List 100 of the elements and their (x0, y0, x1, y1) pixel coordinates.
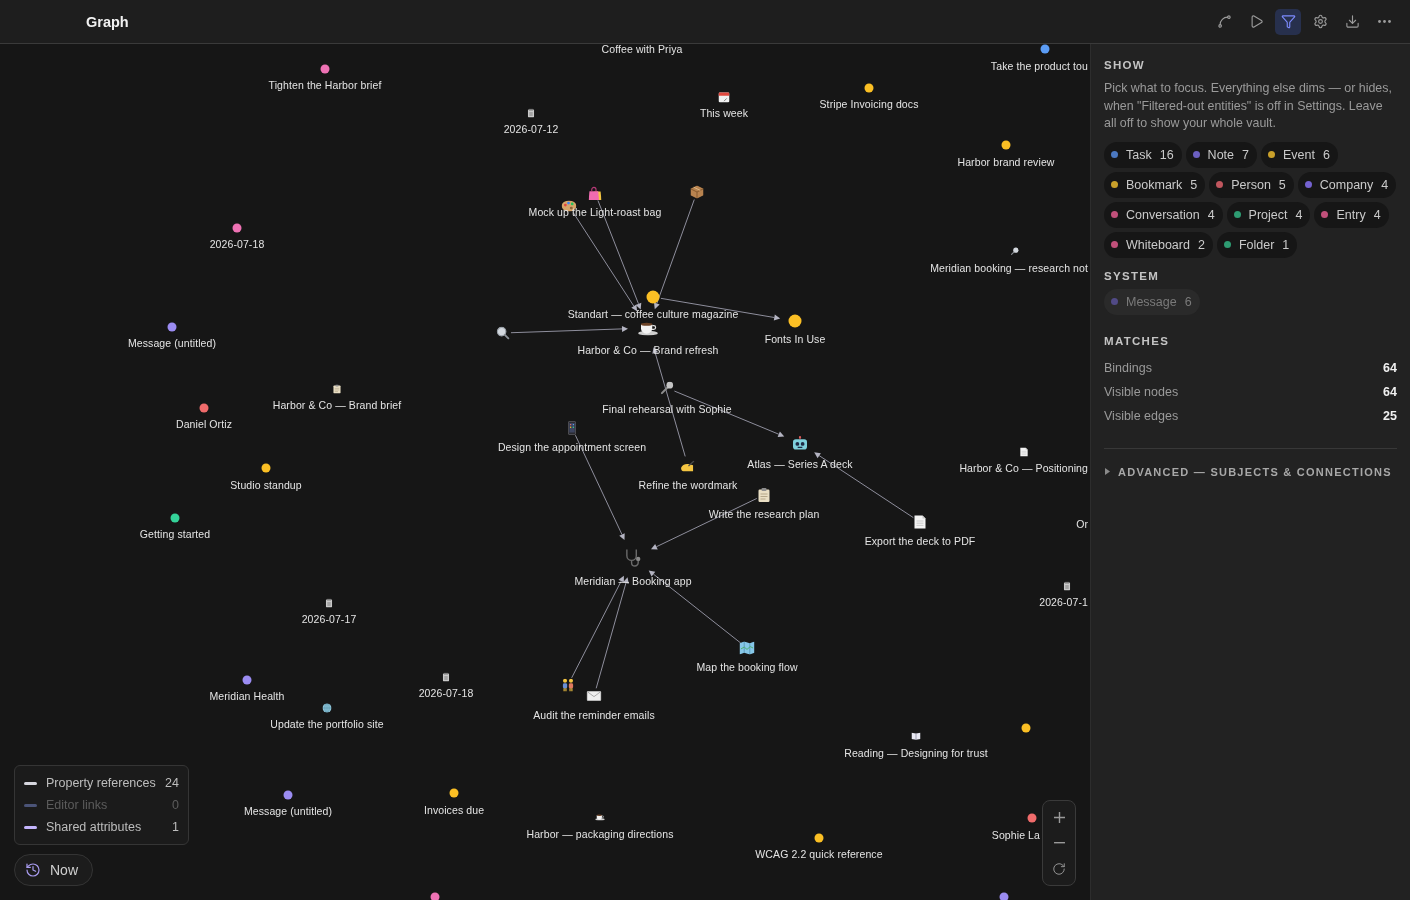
legend-count: 0 (172, 798, 179, 812)
node-label: 2026-07-12 (503, 123, 559, 135)
globe-icon (322, 703, 332, 713)
document-icon (1020, 447, 1028, 457)
legend-label: Shared attributes (46, 820, 143, 834)
download-icon (1344, 14, 1360, 29)
node-label: Tighten the Harbor brief (268, 79, 382, 91)
history-icon (25, 862, 41, 878)
match-label: Visible nodes (1104, 384, 1179, 399)
legend-label: Editor links (46, 798, 109, 812)
node-label: Meridian Health (209, 690, 285, 702)
book-icon (911, 732, 921, 740)
coffee-cup-icon (595, 813, 605, 821)
node-label: Sophie La (991, 829, 1040, 841)
plus-icon (1053, 811, 1065, 823)
now-button[interactable]: Now (14, 854, 93, 886)
type-filter-chip[interactable]: Bookmark 5 (1104, 171, 1206, 198)
node-label: Studio standup (230, 479, 302, 491)
legend-label: Property references (46, 776, 157, 790)
node-label: 2026-07-1 (1039, 596, 1088, 608)
calendar-icon (718, 91, 730, 103)
advanced-section-toggle[interactable]: ADVANCED — SUBJECTS & CONNECTIONS (1104, 461, 1397, 482)
node-label: 2026-07-18 (209, 238, 265, 250)
type-filter-chip[interactable]: Company 4 (1297, 171, 1397, 198)
node-label: Message (untitled) (127, 337, 217, 349)
legend-count: 1 (172, 820, 179, 834)
node-label: Audit the reminder emails (533, 709, 655, 721)
match-label: Bindings (1104, 360, 1152, 375)
match-count: 64 (1383, 360, 1397, 375)
match-label: Visible edges (1104, 408, 1179, 423)
clipboard-icon (333, 384, 341, 394)
legend-count: 24 (165, 776, 179, 790)
settings-icon (1312, 14, 1328, 29)
node-label: Or (1076, 518, 1088, 530)
filter-button[interactable] (1275, 8, 1301, 35)
node-label: This week (699, 107, 749, 119)
type-filter-chip[interactable]: Project 4 (1226, 201, 1311, 228)
more-icon (1377, 20, 1391, 23)
node-label: Standart — coffee culture magazine (567, 308, 739, 320)
refresh-icon (1052, 862, 1066, 876)
stethoscope-icon (624, 548, 642, 568)
notepad-icon (442, 672, 450, 682)
type-filter-chip[interactable]: Person 5 (1209, 171, 1294, 198)
node-label: Coffee with Priya (601, 44, 683, 55)
parcel-icon (690, 185, 704, 199)
node-label: Design the appointment screen (497, 441, 647, 453)
type-filter-chip[interactable]: Conversation 4 (1104, 201, 1223, 228)
node-label: Refine the wordmark (638, 479, 738, 491)
document-icon (914, 515, 926, 529)
node-label: Harbor — packaging directions (526, 828, 674, 840)
node-label: Message (untitled) (243, 805, 333, 817)
clipboard-icon (758, 488, 770, 502)
node-label: Atlas — Series A deck (747, 458, 853, 470)
node-label: Daniel Ortiz (175, 418, 233, 430)
magnifier-icon (496, 326, 510, 340)
notepad-icon (1063, 581, 1071, 591)
section-heading: SYSTEM (1104, 268, 1161, 283)
type-filter-chip[interactable]: Entry 4 (1314, 201, 1389, 228)
node-label: 2026-07-18 (418, 687, 474, 699)
phone-icon (568, 421, 576, 435)
node-label: Meridian booking — research not (930, 262, 1088, 274)
node-label: Meridian — Booking app (574, 575, 692, 587)
notepad-icon (325, 598, 333, 608)
node-label: 2026-07-17 (301, 613, 357, 625)
filter-icon (1280, 14, 1296, 29)
node-label: Harbor brand review (957, 156, 1055, 168)
node-label: Mock up the Light-roast bag (528, 206, 662, 218)
node-label: Map the booking flow (696, 661, 798, 673)
curve-nodes-icon (1216, 14, 1232, 29)
magnifier-icon (1011, 247, 1019, 255)
shopping-bag-icon (588, 186, 602, 200)
type-filter-chip[interactable]: Folder 1 (1216, 231, 1298, 258)
coffee-cup-icon (637, 320, 659, 336)
node-label: Harbor & Co — Brand refresh (577, 344, 719, 356)
node-label: Stripe Invoicing docs (819, 98, 919, 110)
node-label: Invoices due (423, 804, 485, 816)
node-label: Reading — Designing for trust (844, 747, 988, 759)
type-filter-chip[interactable]: Whiteboard 2 (1104, 231, 1213, 258)
node-label: Getting started (139, 528, 211, 540)
node-label: WCAG 2.2 quick reference (755, 848, 883, 860)
node-label: Harbor & Co — Positioning (959, 462, 1088, 474)
robot-icon (792, 436, 808, 450)
node-label: Update the portfolio site (270, 718, 384, 730)
envelope-icon (586, 691, 602, 701)
type-filter-chip[interactable]: Note 7 (1185, 141, 1257, 168)
node-label: Final rehearsal with Sophie (602, 403, 732, 415)
type-filter-chip[interactable]: Task 16 (1104, 141, 1182, 168)
microphone-icon (660, 381, 674, 395)
type-filter-chip[interactable]: Event 6 (1260, 141, 1338, 168)
match-count: 64 (1383, 384, 1397, 399)
node-label: Take the product tou (990, 60, 1088, 72)
page-title: Graph (86, 13, 129, 30)
people-icon (561, 678, 575, 692)
section-heading: MATCHES (1104, 333, 1171, 348)
description-text: Pick what to focus. Everything else dims — or hides, when "Filtered-out entities" is off in Settings. Leave all off to show your whole vault. (1104, 80, 1393, 132)
node-label: Harbor & Co — Brand brief (272, 399, 402, 411)
minus-icon (1053, 842, 1065, 844)
writing-hand-icon (680, 460, 696, 472)
node-label: Fonts In Use (764, 333, 826, 345)
match-count: 25 (1383, 408, 1397, 423)
